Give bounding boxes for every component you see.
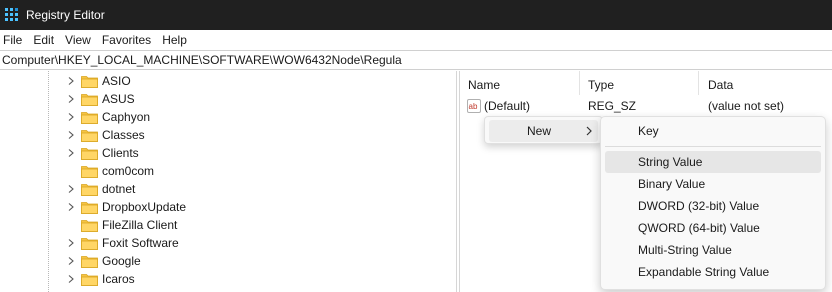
tree-node-label: ASUS [102,92,135,106]
folder-icon [81,184,98,196]
submenu-item-label: Key [638,124,659,138]
menu-file[interactable]: File [0,33,29,47]
folder-icon [81,274,98,286]
tree-node-label: DropboxUpdate [102,200,187,214]
folder-icon [81,148,98,160]
registry-editor-icon [5,8,18,21]
submenu-item-label: QWORD (64-bit) Value [638,221,760,235]
value-data: (value not set) [708,99,785,113]
value-row[interactable]: ab (Default) REG_SZ (value not set) [460,97,832,115]
tree-node[interactable]: Foxit Software [0,234,456,252]
submenu-item-multi-string-value[interactable]: Multi-String Value [605,239,821,261]
tree-node[interactable]: com0com [0,162,456,180]
key-tree[interactable]: ASIO ASUS Caphyon Classes Clients com0com dotn… [0,71,456,292]
tree-node[interactable]: ASIO [0,72,456,90]
submenu-item-expandable-string-value[interactable]: Expandable String Value [605,261,821,283]
tree-node-label: Classes [102,128,145,142]
chevron-right-icon[interactable] [67,149,75,157]
menu-help[interactable]: Help [158,33,194,47]
folder-icon [81,220,98,232]
submenu-item-label: String Value [638,155,703,169]
tree-node-label: Foxit Software [102,236,179,250]
column-divider[interactable] [579,71,580,95]
submenu-item-label: DWORD (32-bit) Value [638,199,760,213]
context-menu: New [484,116,603,144]
value-name: (Default) [484,99,531,113]
tree-node[interactable]: Classes [0,126,456,144]
address-bar[interactable]: Computer\HKEY_LOCAL_MACHINE\SOFTWARE\WOW… [0,50,832,70]
menu-view[interactable]: View [61,33,98,47]
menu-bar: File Edit View Favorites Help [0,30,832,50]
chevron-right-icon[interactable] [67,203,75,211]
tree-node-label: ASIO [102,74,131,88]
chevron-right-icon[interactable] [67,239,75,247]
column-header-name[interactable]: Name [468,78,500,92]
submenu-item-qword-64-bit-value[interactable]: QWORD (64-bit) Value [605,217,821,239]
submenu-item-string-value[interactable]: String Value [605,151,821,173]
chevron-right-icon[interactable] [67,257,75,265]
tree-node-label: Icaros [102,272,135,286]
chevron-right-icon [586,126,592,136]
folder-icon [81,130,98,142]
submenu-item-label: Binary Value [638,177,706,191]
chevron-right-icon[interactable] [67,131,75,139]
tree-node-label: Clients [102,146,139,160]
submenu-item-binary-value[interactable]: Binary Value [605,173,821,195]
svg-text:ab: ab [469,102,478,111]
submenu-item-label: Expandable String Value [638,265,770,279]
folder-icon [81,256,98,268]
folder-icon [81,94,98,106]
folder-icon [81,166,98,178]
tree-node[interactable]: Clients [0,144,456,162]
submenu-divider [605,146,821,147]
address-path[interactable]: Computer\HKEY_LOCAL_MACHINE\SOFTWARE\WOW… [2,53,402,67]
tree-node-label: dotnet [102,182,136,196]
tree-node[interactable]: FileZilla Client [0,216,456,234]
menu-favorites[interactable]: Favorites [98,33,158,47]
tree-node-label: Caphyon [102,110,151,124]
folder-icon [81,238,98,250]
chevron-right-icon[interactable] [67,185,75,193]
title-bar: Registry Editor [0,0,832,30]
tree-node-label: com0com [102,164,155,178]
context-menu-new-label: New [527,124,552,138]
folder-icon [81,76,98,88]
tree-node[interactable]: ASUS [0,90,456,108]
folder-icon [81,202,98,214]
context-menu-new[interactable]: New [489,120,598,142]
column-header-data[interactable]: Data [708,78,733,92]
tree-node-label: FileZilla Client [102,218,178,232]
chevron-right-icon[interactable] [67,113,75,121]
submenu-item-label: Multi-String Value [638,243,732,257]
chevron-right-icon[interactable] [67,95,75,103]
chevron-right-icon[interactable] [67,275,75,283]
chevron-right-icon[interactable] [67,77,75,85]
string-value-icon: ab [467,99,481,113]
submenu-item-key[interactable]: Key [605,120,821,142]
tree-node[interactable]: Google [0,252,456,270]
tree-node[interactable]: Caphyon [0,108,456,126]
column-divider[interactable] [698,71,699,95]
tree-node[interactable]: DropboxUpdate [0,198,456,216]
tree-node[interactable]: Icaros [0,270,456,288]
value-type: REG_SZ [588,99,637,113]
tree-node[interactable]: dotnet [0,180,456,198]
folder-icon [81,112,98,124]
new-submenu: Key String Value Binary Value DWORD (32-bi… [600,116,826,290]
submenu-item-dword-32-bit-value[interactable]: DWORD (32-bit) Value [605,195,821,217]
window-title: Registry Editor [26,8,105,22]
tree-node-label: Google [102,254,141,268]
column-header-type[interactable]: Type [588,78,614,92]
menu-edit[interactable]: Edit [29,33,61,47]
